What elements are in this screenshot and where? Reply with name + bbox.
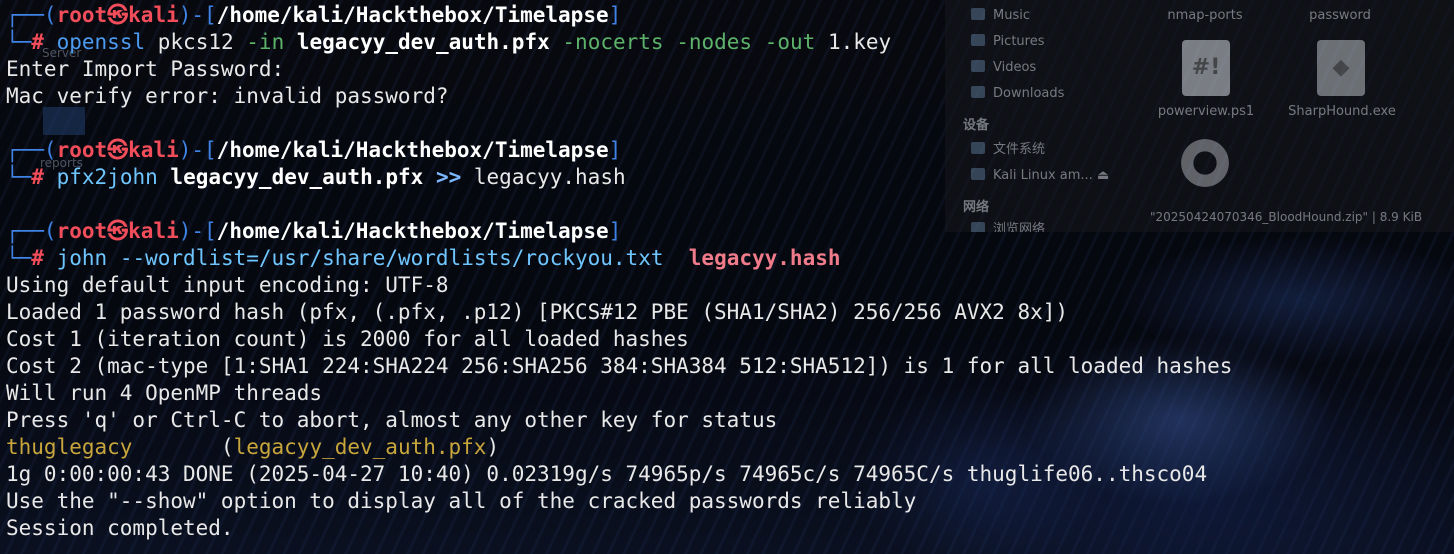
command-arg [663,246,688,270]
output-line: Enter Import Password: [6,56,1232,83]
command-arg [158,165,171,189]
command-name: pfx2john [56,165,158,189]
terminal-space [44,165,57,189]
command-arg: legacyy.hash [461,165,626,189]
output-text: Cost 2 (mac-type [1:SHA1 224:SHA224 256:… [6,354,1233,378]
prompt-symbol: # [31,30,44,54]
prompt-frame: └─ [6,30,32,54]
command-name: openssl [56,30,146,54]
command-arg: --wordlist=/usr/share/wordlists/rockyou.… [107,246,664,270]
prompt-host: kali [128,219,179,243]
prompt-path: /home/kali/Hackthebox/Timelapse [216,3,609,27]
cracked-password-line: thuglegacy (legacyy_dev_auth.pfx) [6,434,1232,461]
output-text: Will run 4 OpenMP threads [6,381,323,405]
command-arg: >> [435,165,462,189]
command-arg [550,30,563,54]
output-text: 1g 0:00:00:43 DONE (2025-04-27 10:40) 0.… [6,462,1208,486]
output-line: Cost 1 (iteration count) is 2000 for all… [6,326,1232,353]
prompt-host: kali [128,138,179,162]
terminal-space [44,246,57,270]
prompt-frame: ] [608,138,622,162]
output-text: Use the "--show" option to display all o… [6,489,917,513]
prompt-frame: )-[ [178,219,217,243]
skull-icon: ㉿ [107,219,129,243]
prompt-frame: ┌──( [6,219,57,243]
prompt-path: /home/kali/Hackthebox/Timelapse [216,138,609,162]
output-text: Press 'q' or Ctrl-C to abort, almost any… [6,408,778,432]
output-line: Using default input encoding: UTF-8 [6,272,1232,299]
command-line: └─# john --wordlist=/usr/share/wordlists… [6,245,1232,272]
output-line: Cost 2 (mac-type [1:SHA1 224:SHA224 256:… [6,353,1232,380]
output-line: Use the "--show" option to display all o… [6,488,1232,515]
prompt-header-line: ┌──(root㉿kali)-[/home/kali/Hackthebox/Ti… [6,218,1232,245]
command-arg: pkcs12 [145,30,247,54]
command-line: └─# pfx2john legacyy_dev_auth.pfx >> leg… [6,164,1232,191]
output-line: Press 'q' or Ctrl-C to abort, almost any… [6,407,1232,434]
command-arg [752,30,765,54]
output-line: Mac verify error: invalid password? [6,83,1232,110]
file-label-password[interactable]: password [1275,8,1405,23]
output-line: Session completed. [6,515,1232,542]
skull-icon: ㉿ [107,138,129,162]
terminal-output[interactable]: ┌──(root㉿kali)-[/home/kali/Hackthebox/Ti… [6,2,1232,542]
output-text: ) [486,435,500,459]
prompt-frame: ] [608,219,622,243]
cracked-password: thuglegacy [6,435,133,459]
command-arg: legacyy_dev_auth.pfx [170,165,424,189]
output-text: Session completed. [6,516,234,540]
prompt-symbol: # [31,246,44,270]
command-arg: legacyy.hash [688,246,841,270]
command-name: john [56,246,108,270]
prompt-user: root [56,138,108,162]
output-line: Loaded 1 password hash (pfx, (.pfx, .p12… [6,299,1232,326]
output-line: Will run 4 OpenMP threads [6,380,1232,407]
output-text: Mac verify error: invalid password? [6,84,449,108]
terminal-space [44,30,57,54]
output-line: 1g 0:00:00:43 DONE (2025-04-27 10:40) 0.… [6,461,1232,488]
prompt-user: root [56,3,108,27]
executable-file-icon[interactable]: ◆ [1317,40,1365,96]
command-arg: legacyy_dev_auth.pfx [296,30,550,54]
command-arg [284,30,297,54]
command-arg: 1.key [815,30,892,54]
command-arg: -out [764,30,816,54]
cracked-file: legacyy_dev_auth.pfx [233,435,487,459]
skull-icon: ㉿ [107,3,129,27]
prompt-symbol: # [31,165,44,189]
prompt-frame: ┌──( [6,138,57,162]
output-text: Enter Import Password: [6,57,285,81]
command-arg [423,165,436,189]
prompt-host: kali [128,3,179,27]
prompt-path: /home/kali/Hackthebox/Timelapse [216,219,609,243]
output-text: Loaded 1 password hash (pfx, (.pfx, .p12… [6,300,1069,324]
output-text: ( [132,435,234,459]
prompt-user: root [56,219,108,243]
prompt-header-line: ┌──(root㉿kali)-[/home/kali/Hackthebox/Ti… [6,2,1232,29]
command-arg: -nocerts [562,30,664,54]
command-line: └─# openssl pkcs12 -in legacyy_dev_auth.… [6,29,1232,56]
command-arg: -nodes [676,30,753,54]
prompt-frame: ] [608,3,622,27]
prompt-frame: )-[ [178,3,217,27]
prompt-frame: └─ [6,246,32,270]
prompt-header-line: ┌──(root㉿kali)-[/home/kali/Hackthebox/Ti… [6,137,1232,164]
command-arg [664,30,677,54]
command-arg: -in [246,30,285,54]
output-text: Using default input encoding: UTF-8 [6,273,449,297]
prompt-frame: )-[ [178,138,217,162]
file-label-sharphound[interactable]: SharpHound.exe [1277,104,1407,119]
prompt-frame: ┌──( [6,3,57,27]
prompt-frame: └─ [6,165,32,189]
output-text: Cost 1 (iteration count) is 2000 for all… [6,327,689,351]
